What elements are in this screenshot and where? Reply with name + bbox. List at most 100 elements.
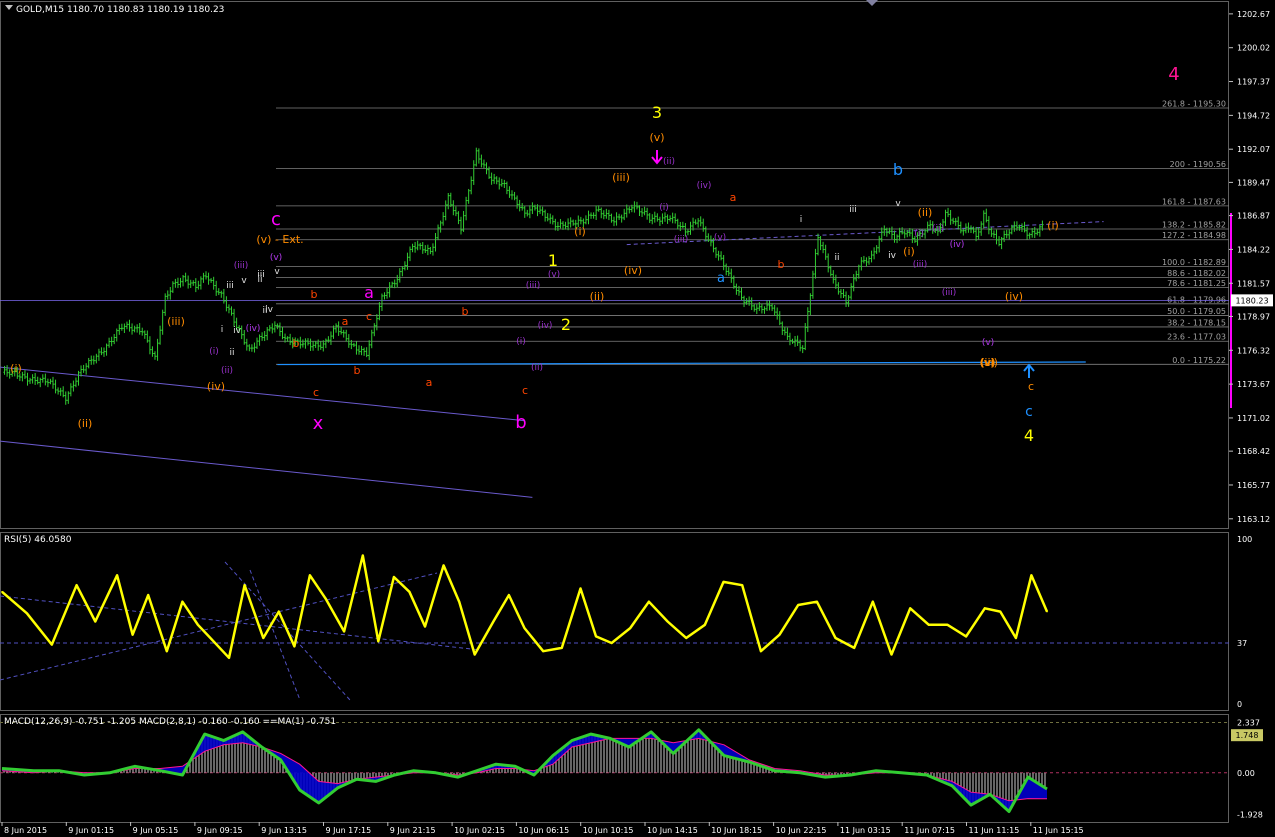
wave-label: iv: [888, 251, 897, 261]
time-axis-label: 10 Jun 18:15: [711, 826, 762, 835]
wave-label: a: [364, 283, 374, 302]
fib-level-label: 138.2 - 1185.82: [1162, 220, 1226, 229]
wave-label: v: [895, 199, 901, 209]
current-price-label: 1180.23: [1235, 296, 1268, 305]
wave-label: b: [311, 288, 318, 301]
rsi-point: [797, 604, 799, 606]
wave-label: ii: [262, 306, 267, 316]
price-axis-label: 1189.47: [1237, 178, 1270, 187]
price-axis-label: 1171.02: [1237, 414, 1270, 423]
rsi-point: [147, 594, 149, 596]
wave-label: a: [426, 376, 433, 389]
rsi-point: [26, 612, 28, 615]
wave-label: (i): [914, 229, 924, 239]
rsi-point: [816, 600, 818, 603]
rsi-point: [595, 635, 597, 638]
rsi-point: [212, 640, 215, 643]
fib-level-label: 127.2 - 1184.98: [1162, 231, 1226, 240]
wave-label: (ii): [590, 290, 605, 303]
time-axis-label: 11 Jun 15:15: [1033, 826, 1084, 835]
price-axis-label: 1181.57: [1237, 279, 1270, 288]
macd-value-label: 1.748: [1236, 731, 1259, 740]
wave-label: (ii): [531, 363, 543, 373]
price-axis-label: 1173.67: [1237, 380, 1270, 389]
rsi-point: [1046, 610, 1048, 613]
price-axis-label: 1197.37: [1237, 78, 1270, 87]
price-axis-label: 1186.87: [1237, 212, 1270, 221]
rsi-point: [309, 574, 311, 577]
rsi-axis-label: 0: [1237, 700, 1242, 709]
wave-label: 4: [1168, 64, 1179, 85]
fib-level-label: 50.0 - 1179.05: [1167, 307, 1226, 316]
rsi-point: [116, 574, 118, 577]
time-axis-label: 9 Jun 17:15: [326, 826, 372, 835]
rsi-point: [508, 594, 510, 596]
rsi-point: [610, 642, 613, 644]
rsi-point: [722, 581, 725, 583]
rsi-point: [704, 624, 706, 626]
wave-label: (iii): [942, 288, 957, 298]
fib-level-label: 200 - 1190.56: [1170, 160, 1226, 169]
price-axis-label: 1202.67: [1237, 10, 1270, 19]
rsi-point: [94, 620, 97, 623]
wave-label: v: [241, 276, 247, 286]
rsi-title: RSI(5) 46.0580: [4, 535, 72, 545]
rsi-point: [408, 591, 411, 593]
fib-level-label: 100.0 - 1182.89: [1162, 258, 1226, 267]
rsi-axis-label: 100: [1237, 535, 1252, 544]
rsi-point: [424, 625, 426, 628]
rsi-point: [778, 633, 781, 636]
price-axis-label: 1168.42: [1237, 447, 1270, 456]
rsi-point: [181, 600, 184, 603]
wave-label: c: [271, 209, 281, 230]
fib-level-label: 261.8 - 1195.30: [1162, 99, 1226, 108]
time-axis-label: 10 Jun 22:15: [776, 826, 827, 835]
rsi-point: [131, 633, 134, 636]
rsi-point: [166, 650, 168, 652]
main-chart-title: GOLD,M15 1180.70 1180.83 1180.19 1180.23: [16, 5, 224, 15]
fib-level-label: 0.0 - 1175.22: [1172, 356, 1226, 365]
rsi-point: [393, 576, 395, 578]
wave-label: b: [462, 305, 469, 318]
macd-axis-label: -1.928: [1237, 810, 1263, 819]
wave-label: iv: [233, 326, 242, 336]
wave-label: iii: [257, 270, 265, 280]
rsi-point: [278, 610, 280, 613]
price-axis-label: 1163.12: [1237, 515, 1270, 524]
rsi-point: [377, 640, 380, 643]
rsi-point: [1030, 574, 1033, 577]
rsi-point: [458, 600, 461, 603]
wave-label: (iii): [612, 171, 630, 184]
wave-label: iii: [849, 205, 857, 215]
time-axis-label: 10 Jun 02:15: [454, 826, 505, 835]
rsi-point: [542, 650, 544, 652]
rsi-point: [228, 657, 230, 659]
wave-label: c: [313, 386, 319, 399]
wave-label: (iii): [526, 281, 541, 291]
price-axis-label: 1192.07: [1237, 145, 1270, 154]
rsi-point: [928, 624, 930, 626]
wave-label: i: [221, 325, 224, 335]
wave-label: v: [274, 267, 280, 277]
wave-label: (v): [980, 356, 995, 369]
wave-label: (v) - Ext.: [256, 233, 303, 246]
wave-label: x: [313, 413, 324, 434]
wave-label: (i): [659, 203, 669, 213]
price-axis-label: 1165.77: [1237, 481, 1270, 490]
rsi-point: [984, 607, 986, 610]
wave-label: i: [800, 215, 803, 225]
rsi-point: [561, 647, 563, 649]
mt4-chart: 261.8 - 1195.30 200 - 1190.56 161.8 - 1187…: [0, 0, 1275, 837]
wave-label: (i): [10, 362, 22, 375]
wave-label: (iv): [207, 380, 225, 393]
wave-label: b: [515, 412, 526, 433]
wave-label: (v): [982, 338, 994, 348]
time-axis-label: 9 Jun 09:15: [197, 826, 243, 835]
time-axis-label: 9 Jun 05:15: [133, 826, 179, 835]
rsi-point: [685, 637, 687, 639]
rsi-point: [197, 624, 199, 626]
rsi-point: [760, 650, 762, 652]
rsi-point: [999, 610, 1002, 613]
macd-title: MACD(12,26,9) -0.751 -1.205 MACD(2,8,1) …: [4, 717, 336, 727]
wave-label: (i): [574, 225, 586, 238]
